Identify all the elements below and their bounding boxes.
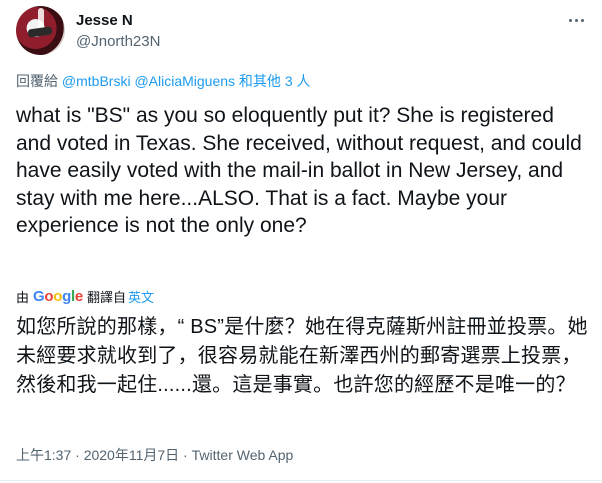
tweet-text: what is "BS" as you so eloquently put it…: [16, 104, 582, 237]
tweet-time[interactable]: 上午1:37: [16, 447, 71, 463]
reply-prefix: 回覆給: [16, 73, 62, 89]
author-name[interactable]: Jesse N: [76, 12, 133, 29]
reply-others-link[interactable]: 和其他 3 人: [235, 73, 311, 89]
translation-attribution: 由 Google 翻譯自 英文: [16, 287, 154, 306]
tweet-meta: 上午1:37 · 2020年11月7日 · Twitter Web App: [16, 445, 293, 465]
dot: [574, 18, 578, 22]
google-logo[interactable]: Google: [33, 288, 83, 305]
dot: [568, 18, 572, 22]
more-options-icon[interactable]: [566, 12, 586, 28]
avatar[interactable]: [16, 6, 65, 55]
tweet-card: Jesse N @Jnorth23N 回覆給 @mtbBrski @Alicia…: [0, 0, 602, 483]
reply-user-mtbbrski[interactable]: @mtbBrski: [62, 73, 131, 89]
author-handle[interactable]: @Jnorth23N: [76, 33, 160, 50]
tweet-date[interactable]: 2020年11月7日: [84, 447, 179, 463]
meta-separator: ·: [179, 447, 192, 463]
translate-by: 由: [16, 290, 30, 305]
reply-user-aliciamiguens[interactable]: @AliciaMiguens: [134, 73, 235, 89]
translated-text: 如您所說的那樣，“ BS”是什麼？她在得克薩斯州註冊並投票。她未經要求就收到了，…: [16, 316, 588, 396]
dot: [580, 18, 584, 22]
translated-from-label: 翻譯自: [86, 290, 126, 305]
reply-context: 回覆給 @mtbBrski @AliciaMiguens 和其他 3 人: [16, 71, 311, 91]
source-language-link[interactable]: 英文: [128, 287, 154, 306]
meta-separator: ·: [71, 447, 84, 463]
tweet-source[interactable]: Twitter Web App: [192, 447, 294, 463]
divider: [0, 480, 602, 481]
helmet-visor: [27, 26, 53, 38]
